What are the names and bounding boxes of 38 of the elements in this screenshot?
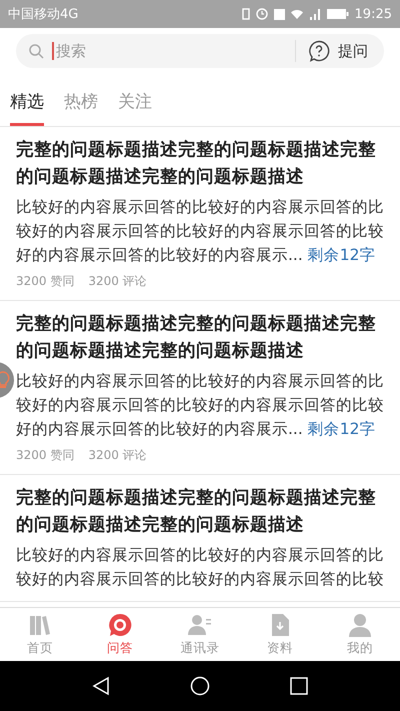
answer-excerpt: 比较好的内容展示回答的比较好的内容展示回答的比较好的内容展示回答的比较好的内容展示回答的比较好的内容展示回答的比较好的内容展示... 剩余12字	[16, 197, 384, 266]
recents-icon[interactable]	[290, 677, 308, 695]
question-title[interactable]: 完整的问题标题描述完整的问题标题描述完整的问题标题描述完整的问题标题描述	[16, 137, 384, 191]
alarm-icon	[256, 8, 268, 20]
bottom-tab[interactable]: 我的	[320, 608, 400, 661]
contacts-icon	[187, 612, 213, 638]
vibrate-icon	[242, 8, 250, 20]
bottom-tab[interactable]: 首页	[0, 608, 80, 661]
clock-time: 19:25	[354, 6, 392, 22]
battery-icon	[326, 8, 349, 20]
comment-count: 3200 评论	[88, 273, 147, 290]
question-title[interactable]: 完整的问题标题描述完整的问题标题描述完整的问题标题描述完整的问题标题描述	[16, 485, 384, 539]
comment-count: 3200 评论	[88, 447, 147, 464]
search-field[interactable]: 搜索	[52, 42, 287, 60]
search-bar[interactable]: 搜索 提问	[16, 34, 384, 68]
answer-excerpt: 比较好的内容展示回答的比较好的内容展示回答的比较好的内容展示回答的比较好的内容展示回答的比较好的内容展示回答的比较好的内容展示... 剩余12字	[16, 371, 384, 440]
tab[interactable]: 关注	[118, 86, 152, 126]
carrier-label: 中国移动4G	[8, 6, 78, 23]
bottom-tab[interactable]: 资料	[240, 608, 320, 661]
person-icon	[347, 612, 373, 638]
bottom-tab[interactable]: 通讯录	[160, 608, 240, 661]
search-icon	[28, 43, 44, 59]
question-icon	[308, 40, 330, 62]
chat-icon	[107, 612, 133, 638]
ask-button[interactable]: 提问	[304, 40, 372, 62]
like-count: 3200 赞同	[16, 273, 74, 290]
bottom-tab[interactable]: 问答	[80, 608, 160, 661]
answer-excerpt: 比较好的内容展示回答的比较好的内容展示回答的比较好的内容展示回答的比较好的内容展示回答的比较	[16, 545, 384, 590]
wifi-icon	[290, 10, 303, 18]
tab[interactable]: 精选	[10, 86, 44, 126]
read-more-link[interactable]: 剩余12字	[308, 246, 376, 264]
home-icon[interactable]	[190, 676, 210, 696]
back-icon[interactable]	[92, 676, 110, 696]
like-count: 3200 赞同	[16, 447, 74, 464]
tab[interactable]: 热榜	[64, 86, 98, 126]
question-title[interactable]: 完整的问题标题描述完整的问题标题描述完整的问题标题描述完整的问题标题描述	[16, 311, 384, 365]
signal-icon	[308, 8, 321, 20]
read-more-link[interactable]: 剩余12字	[308, 420, 376, 438]
